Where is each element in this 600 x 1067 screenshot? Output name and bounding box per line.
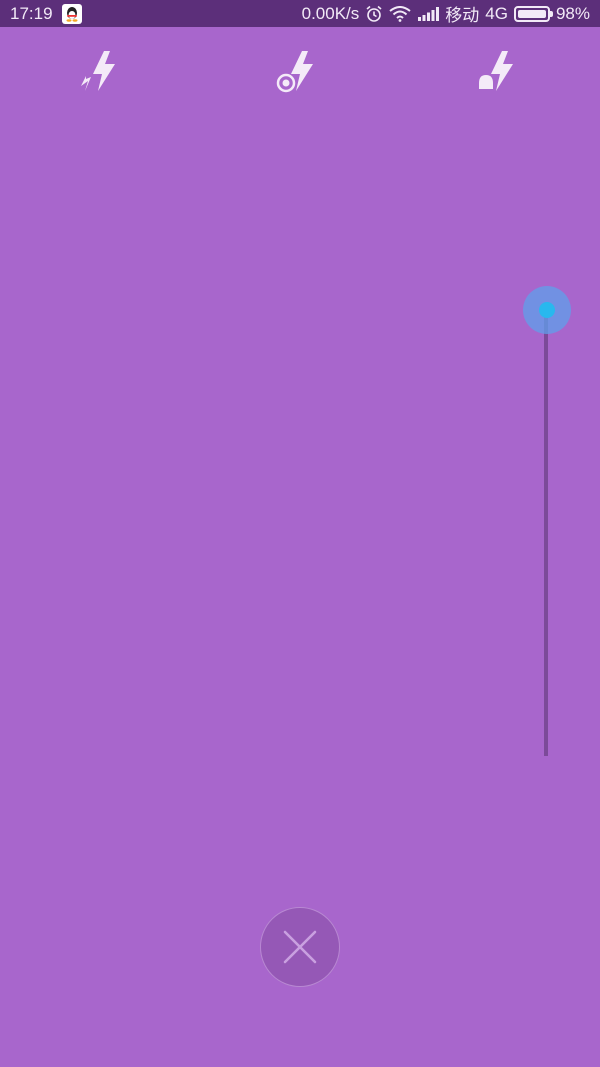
signal-icon	[417, 6, 440, 21]
qq-icon	[61, 3, 82, 24]
battery-percentage: 98%	[555, 3, 590, 23]
flash-mode-bar	[0, 40, 600, 100]
zoom-slider-track[interactable]	[544, 310, 548, 756]
battery-icon	[513, 5, 553, 22]
flash-on-icon	[276, 51, 313, 93]
status-bar: 17:19 0.00K/s 移动 4G 98%	[0, 0, 600, 27]
close-icon	[283, 930, 317, 964]
zoom-slider[interactable]	[520, 284, 574, 759]
flash-torch-icon	[479, 51, 513, 91]
zoom-slider-knob-core	[539, 302, 555, 318]
flash-auto-icon	[81, 51, 115, 91]
flash-torch-button[interactable]	[473, 46, 523, 96]
wifi-icon	[389, 5, 411, 22]
zoom-slider-knob[interactable]	[523, 286, 571, 334]
close-button[interactable]	[260, 907, 340, 987]
alarm-icon	[365, 5, 383, 23]
flash-on-button[interactable]	[273, 46, 323, 96]
network-speed: 0.00K/s	[301, 3, 360, 23]
carrier-name: 移动	[445, 6, 480, 25]
network-type: 4G	[485, 3, 508, 23]
status-time: 17:19	[10, 3, 53, 23]
flash-auto-button[interactable]	[75, 46, 125, 96]
